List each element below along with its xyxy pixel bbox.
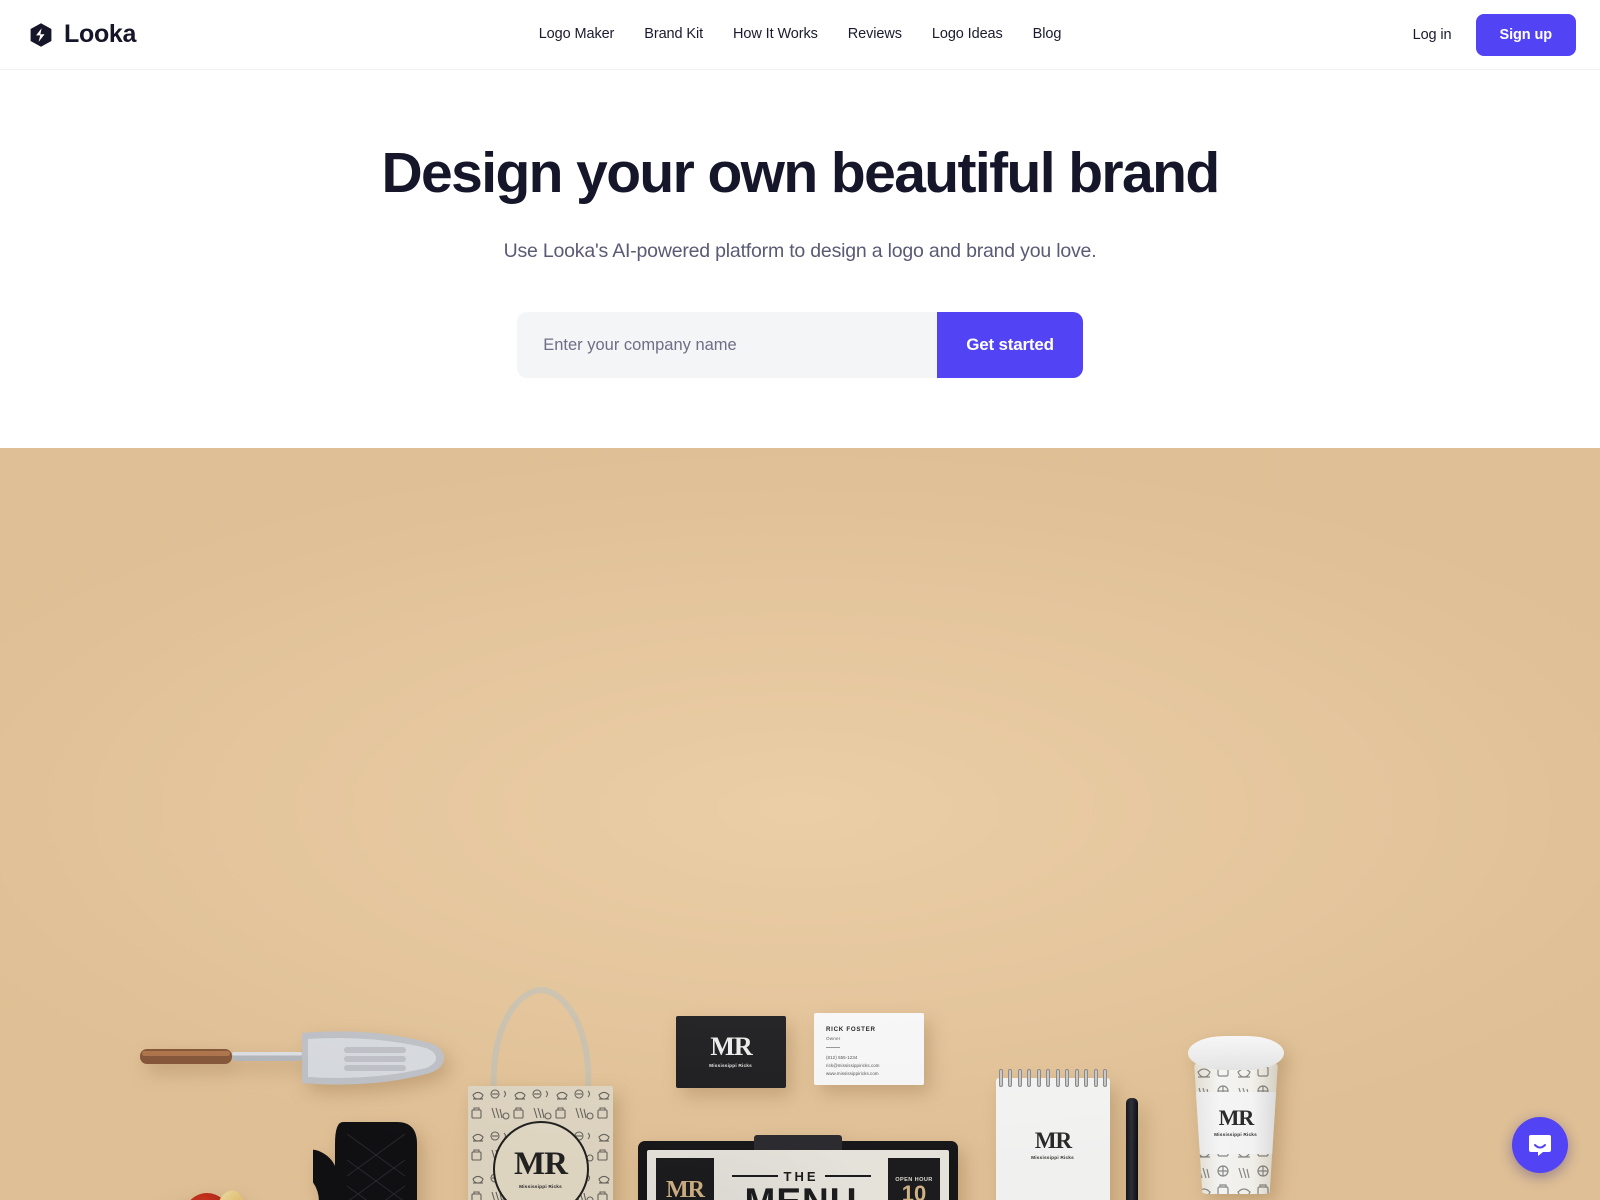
nav-item-reviews[interactable]: Reviews [833,19,917,50]
card-divider [826,1047,840,1048]
brand-logo[interactable]: Looka [28,22,136,48]
nav-item-how-it-works[interactable]: How It Works [718,19,833,50]
hero-section: Design your own beautiful brand Use Look… [0,70,1600,448]
dark-business-card: MR Mississippi Ricks [676,1016,786,1088]
bag-monogram: MR [514,1146,568,1183]
card-contact-website: www.mississippiricks.com [826,1071,879,1077]
card-monogram: MR [710,1032,752,1062]
branded-paper-bag: MR Mississippi Ricks [468,1086,613,1200]
cup-monogram: MR [1218,1105,1255,1131]
menu-sheet: MR Mississippi Ricks THE MENU OPEN HOUR … [647,1150,949,1200]
card-contact-phone: (812) 555-1234 [826,1055,858,1060]
header-actions: Log in Sign up [1389,13,1576,56]
card-contact-email: rick@mississippiricks.com [826,1063,880,1069]
cup-sleeve: MR Mississippi Ricks [1194,1092,1278,1154]
nav-item-brand-kit[interactable]: Brand Kit [629,19,718,50]
nav-item-logo-maker[interactable]: Logo Maker [524,19,630,50]
chat-widget-button[interactable] [1512,1117,1568,1173]
notepad-spiral-binding [996,1068,1110,1088]
card-contact-role: Owner [826,1036,841,1041]
light-business-card: RICK FOSTER Owner (812) 555-1234 rick@mi… [814,1013,924,1085]
menu-title-wrap: THE MENU [720,1158,882,1200]
nav-item-logo-ideas[interactable]: Logo Ideas [917,19,1018,50]
primary-nav: Logo Maker Brand Kit How It Works Review… [524,19,1077,50]
site-header: Looka Logo Maker Brand Kit How It Works … [0,0,1600,69]
intercom-chat-bubble-icon [1529,1135,1551,1156]
notepad-brand-subtitle: Mississippi Ricks [1031,1154,1075,1161]
looka-hexagon-logo-icon [30,22,52,47]
get-started-button[interactable]: Get started [937,312,1083,379]
menu-clipboard: MR Mississippi Ricks THE MENU OPEN HOUR … [638,1135,958,1200]
nav-item-blog[interactable]: Blog [1018,19,1077,50]
notepad-monogram: MR [1034,1128,1072,1153]
spatula-utensil-icon [140,1031,444,1085]
login-link[interactable]: Log in [1389,17,1476,53]
menu-header: MR Mississippi Ricks THE MENU OPEN HOUR … [656,1158,940,1200]
menu-logo-box: MR Mississippi Ricks [656,1158,714,1200]
open-hour-number: 10 [901,1181,927,1200]
branded-coffee-cup: MR Mississippi Ricks [1186,1036,1286,1196]
oven-mitt-icon [313,1122,417,1200]
card-brand-subtitle: Mississippi Ricks [709,1062,753,1069]
bag-brand-subtitle: Mississippi Ricks [519,1183,562,1190]
looka-landing-page: Looka Logo Maker Brand Kit How It Works … [0,0,1600,1200]
company-name-form: Get started [0,312,1600,379]
hero-mockup-scene: MR Mississippi Ricks MR Mississippi Rick… [0,448,1600,1200]
hero-title: Design your own beautiful brand [381,141,1220,205]
card-contact-name: RICK FOSTER [826,1026,876,1033]
potato-wedge-icon [144,1196,196,1200]
menu-title: MENU [745,1183,858,1200]
brand-name: Looka [64,20,137,48]
company-name-input[interactable] [517,312,938,379]
signup-button[interactable]: Sign up [1475,13,1576,56]
menu-monogram: MR [666,1176,705,1200]
hero-subtitle: Use Looka's AI-powered platform to desig… [503,239,1097,262]
pen-icon [1126,1098,1138,1200]
menu-open-hour-box: OPEN HOUR 10 AM / PM [888,1158,940,1200]
branded-notepad: MR Mississippi Ricks [996,1078,1110,1200]
cup-lid [1188,1036,1284,1070]
paper-bag-handles-icon [490,986,592,1093]
cup-brand-subtitle: Mississippi Ricks [1214,1132,1258,1138]
cup-body: MR Mississippi Ricks [1194,1062,1278,1194]
